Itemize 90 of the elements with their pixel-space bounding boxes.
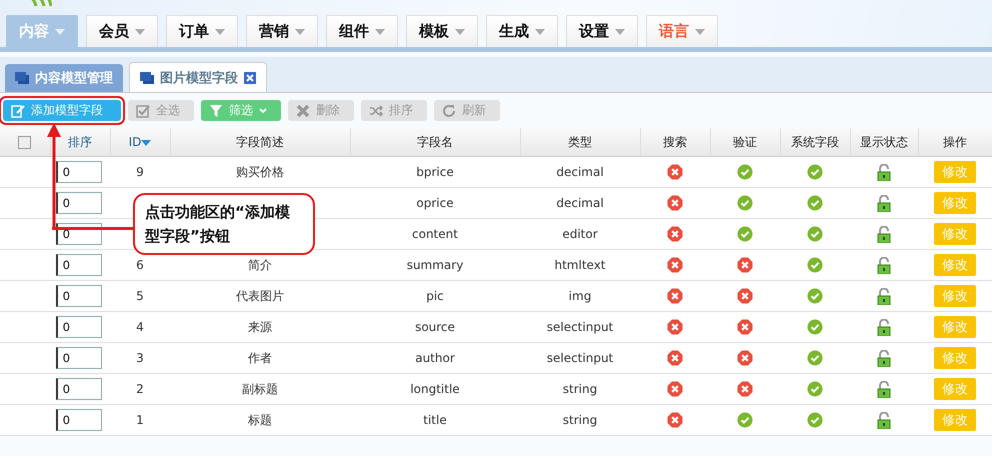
page-tab[interactable]: 内容模型管理 (5, 64, 123, 92)
refresh-icon (442, 104, 456, 118)
nav-tab[interactable]: 订单 (166, 15, 238, 47)
unlocked-padlock-icon (877, 256, 891, 274)
checkbox-icon (136, 104, 150, 118)
caret-icon (615, 28, 625, 34)
callout-text: 点击功能区的“添加模型字段”按钮 (133, 193, 315, 255)
table-cell: 标题 (170, 404, 350, 436)
caret-icon (695, 28, 705, 34)
caret-icon (215, 28, 225, 34)
table-cell: source (350, 312, 520, 342)
table-cell: summary (350, 250, 520, 280)
unlocked-padlock-icon (877, 318, 891, 336)
unlocked-padlock-icon (877, 412, 891, 428)
order-input[interactable]: 0 (56, 378, 102, 400)
select-all-checkbox[interactable] (18, 136, 32, 148)
close-icon[interactable] (244, 72, 256, 84)
order-input[interactable]: 0 (56, 316, 102, 338)
table-cell: selectinput (520, 342, 640, 374)
edit-icon (11, 104, 25, 118)
table-cell: longtitle (350, 374, 520, 404)
nav-tab[interactable]: 组件 (326, 15, 398, 47)
table-cell: 作者 (170, 342, 350, 374)
unlocked-padlock-icon (877, 194, 891, 212)
table-cell: 副标题 (170, 374, 350, 404)
table-cell: string (520, 374, 640, 404)
table-cell: author (350, 342, 520, 374)
toolbar-button[interactable]: 添加模型字段 (3, 100, 121, 121)
caret-icon (455, 28, 465, 34)
column-header: 字段简述 (170, 128, 350, 156)
table-cell: 代表图片 (170, 280, 350, 312)
caret-icon (259, 108, 267, 114)
caret-icon (535, 28, 545, 34)
nav-tab[interactable]: 生成 (486, 15, 558, 47)
column-header: 搜索 (640, 128, 710, 156)
caret-icon (55, 28, 65, 34)
table-cell: decimal (520, 188, 640, 218)
nav-tab[interactable]: 模板 (406, 15, 478, 47)
table-cell: htmltext (520, 250, 640, 280)
shuffle-icon (369, 104, 383, 118)
caret-icon (295, 28, 305, 34)
table-cell: 来源 (170, 312, 350, 342)
column-header: 操作 (918, 128, 992, 156)
column-header: 系统字段 (780, 128, 850, 156)
column-header[interactable]: 排序 (50, 128, 110, 156)
table-cell: bprice (350, 156, 520, 188)
table-cell: selectinput (520, 312, 640, 342)
order-input[interactable]: 0 (56, 192, 102, 214)
table-cell: 9 (110, 156, 170, 188)
table-cell: 2 (110, 374, 170, 404)
table-cell: string (520, 404, 640, 436)
order-input[interactable]: 0 (56, 254, 102, 276)
nav-tab[interactable]: 语言 (646, 15, 718, 47)
table-cell: img (520, 280, 640, 312)
table-cell: editor (520, 218, 640, 250)
nav-tab[interactable]: 会员 (86, 15, 158, 47)
unlocked-padlock-icon (877, 380, 891, 398)
unlocked-padlock-icon (877, 164, 891, 180)
page-tab[interactable]: 图片模型字段 (129, 62, 267, 92)
table-cell: pic (350, 280, 520, 312)
table-cell: 3 (110, 342, 170, 374)
column-header: 显示状态 (850, 128, 918, 156)
column-header[interactable]: ID (110, 128, 170, 156)
column-header: 字段名 (350, 128, 520, 156)
order-input[interactable]: 0 (56, 347, 102, 369)
nav-tab[interactable]: 营销 (246, 15, 318, 47)
order-input[interactable]: 0 (56, 161, 102, 183)
column-header: 验证 (710, 128, 780, 156)
table-cell: 1 (110, 404, 170, 436)
table-cell: 购买价格 (170, 156, 350, 188)
unlocked-padlock-icon (877, 226, 891, 242)
caret-icon (375, 28, 385, 34)
nav-tab[interactable]: 设置 (566, 15, 638, 47)
order-input[interactable]: 0 (56, 409, 102, 431)
close-icon (296, 104, 310, 118)
table-cell: decimal (520, 156, 640, 188)
table-cell: oprice (350, 188, 520, 218)
unlocked-padlock-icon (877, 288, 891, 304)
sort-caret-icon (141, 140, 152, 146)
unlocked-padlock-icon (877, 350, 891, 366)
column-header: 类型 (520, 128, 640, 156)
order-input[interactable]: 0 (56, 285, 102, 307)
table-cell: 4 (110, 312, 170, 342)
table-cell: title (350, 404, 520, 436)
window-icon (140, 72, 154, 84)
window-icon (15, 72, 29, 84)
caret-icon (135, 28, 145, 34)
table-cell: content (350, 218, 520, 250)
table-cell: 5 (110, 280, 170, 312)
filter-icon (209, 104, 223, 118)
